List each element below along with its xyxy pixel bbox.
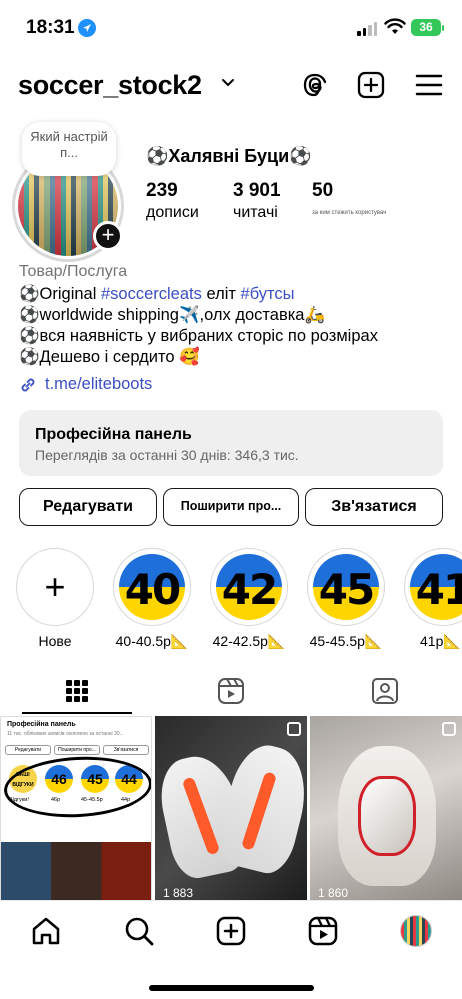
create-post-icon[interactable] bbox=[356, 70, 386, 100]
circle-scribble bbox=[2, 753, 151, 821]
following-label: за ким стежить користувач bbox=[312, 210, 387, 216]
dashboard-subtitle: Переглядів за останні 30 днів: 346,3 тис… bbox=[35, 447, 299, 463]
highlight-41[interactable]: 41 41р📐 bbox=[404, 548, 462, 650]
bio-line-1-prefix: ⚽️Original bbox=[19, 285, 101, 303]
followers-value: 3 901 bbox=[233, 180, 281, 201]
hashtag-butsy[interactable]: #бутсы bbox=[241, 285, 295, 303]
clock: 18:31 bbox=[26, 17, 75, 38]
carousel-icon bbox=[287, 722, 301, 736]
bio: ⚽️Original #soccercleats еліт #бутсы ⚽️w… bbox=[19, 284, 378, 368]
highlight-number: 45 bbox=[318, 565, 375, 614]
note-bubble[interactable]: Який настрій п... bbox=[22, 122, 116, 176]
tab-reels[interactable] bbox=[154, 668, 308, 714]
mini-photo-strip bbox=[1, 842, 151, 901]
bio-line-3: ⚽️вся наявність у вибраних сторіс по роз… bbox=[19, 327, 378, 345]
mini-button: Зв'язатися bbox=[103, 745, 149, 755]
followers-label: читачі bbox=[233, 204, 278, 221]
highlight-new[interactable]: + Нове bbox=[16, 548, 94, 649]
home-icon[interactable] bbox=[30, 915, 62, 947]
hashtag-soccercleats[interactable]: #soccercleats bbox=[101, 285, 202, 303]
highlight-number: 40 bbox=[124, 565, 181, 614]
display-name: ⚽️Халявні Буци⚽️ bbox=[146, 146, 312, 166]
grid-icon bbox=[66, 680, 88, 702]
highlight-label: 41р📐 bbox=[420, 633, 461, 649]
status-bar: 18:31 36 bbox=[0, 0, 462, 60]
bio-line-1-mid: еліт bbox=[201, 285, 241, 303]
home-indicator bbox=[149, 985, 314, 991]
contact-button[interactable]: Зв'язатися bbox=[305, 488, 443, 526]
boot bbox=[358, 776, 416, 856]
dashboard-title: Професійна панель bbox=[35, 426, 192, 443]
mini-button: Поширити про... bbox=[54, 745, 100, 755]
highlight-number: 42 bbox=[221, 565, 278, 614]
highlight-40[interactable]: 40 40-40.5р📐 bbox=[113, 548, 191, 650]
posts-value: 239 bbox=[146, 180, 178, 201]
grid-post-3[interactable]: 1 860 bbox=[310, 716, 462, 902]
battery-tip bbox=[442, 25, 444, 31]
profile-avatar-nav[interactable] bbox=[400, 915, 432, 947]
highlight-label: 45-45.5р📐 bbox=[309, 633, 383, 649]
location-arrow-icon bbox=[78, 19, 96, 37]
following-value: 50 bbox=[312, 180, 334, 201]
professional-dashboard[interactable]: Професійна панель Переглядів за останні … bbox=[19, 410, 443, 476]
add-story-plus-icon[interactable]: + bbox=[93, 221, 123, 251]
highlight-label: 40-40.5р📐 bbox=[115, 633, 189, 649]
highlight-cover: 40 bbox=[119, 554, 185, 620]
new-highlight-circle: + bbox=[16, 548, 94, 626]
highlight-cover: 41 bbox=[410, 554, 462, 620]
tagged-icon bbox=[372, 678, 398, 704]
highlight-45[interactable]: 45 45-45.5р📐 bbox=[307, 548, 385, 650]
profile-category: Товар/Послуга bbox=[19, 263, 128, 280]
reels-icon bbox=[218, 678, 244, 704]
post-likes: 1 860 bbox=[318, 886, 349, 900]
grid-post-2[interactable]: 1 883 bbox=[155, 716, 307, 902]
tab-grid[interactable] bbox=[0, 668, 154, 714]
mini-button: Редагувати bbox=[5, 745, 51, 755]
cellular-signal-icon bbox=[357, 22, 377, 36]
username-switcher[interactable]: soccer_stock2 bbox=[18, 70, 202, 101]
threads-icon[interactable] bbox=[300, 70, 330, 100]
battery-indicator: 36 bbox=[411, 19, 441, 36]
bio-line-2: ⚽️worldwide shipping✈️,олх доставка🛵 bbox=[19, 306, 326, 324]
highlight-42[interactable]: 42 42-42.5р📐 bbox=[210, 548, 288, 650]
following-count[interactable]: 50 за ким стежить користувач bbox=[312, 180, 386, 216]
profile-link[interactable]: t.me/eliteboots bbox=[19, 375, 152, 394]
link-text: t.me/eliteboots bbox=[45, 375, 153, 393]
new-post-icon[interactable] bbox=[215, 915, 247, 947]
highlight-number: 41 bbox=[415, 565, 462, 614]
grid-post-1[interactable]: Професійна панель 11 тис. облікових запи… bbox=[0, 716, 152, 902]
edit-profile-button[interactable]: Редагувати bbox=[19, 488, 157, 526]
share-profile-button[interactable]: Поширити про... bbox=[163, 488, 299, 526]
wifi-icon bbox=[384, 18, 406, 34]
post-likes: 1 883 bbox=[163, 886, 194, 900]
mini-title: Професійна панель bbox=[7, 721, 76, 728]
highlight-cover: 45 bbox=[313, 554, 379, 620]
menu-icon[interactable] bbox=[414, 70, 444, 100]
highlight-label: Нове bbox=[38, 633, 72, 649]
highlight-label: 42-42.5р📐 bbox=[212, 633, 286, 649]
posts-label: дописи bbox=[146, 204, 199, 221]
search-icon[interactable] bbox=[123, 915, 155, 947]
mini-subtitle: 11 тис. облікових записів охоплено за ос… bbox=[7, 731, 124, 737]
bio-line-1: ⚽️Original #soccercleats еліт #бутсы bbox=[19, 284, 378, 305]
chevron-down-icon[interactable] bbox=[221, 78, 235, 88]
posts-count[interactable]: 239 дописи bbox=[146, 180, 199, 222]
note-text: Який настрій п... bbox=[30, 129, 108, 160]
reels-nav-icon[interactable] bbox=[307, 915, 339, 947]
profile-header: soccer_stock2 bbox=[0, 62, 462, 110]
carousel-icon bbox=[442, 722, 456, 736]
plus-icon: + bbox=[44, 566, 66, 607]
link-icon bbox=[21, 378, 35, 391]
active-tab-indicator bbox=[22, 712, 132, 714]
tab-tagged[interactable] bbox=[308, 668, 462, 714]
highlight-cover: 42 bbox=[216, 554, 282, 620]
bio-line-4: ⚽️Дешево і сердито 🥰 bbox=[19, 348, 200, 366]
followers-count[interactable]: 3 901 читачі bbox=[233, 180, 281, 222]
profile-tabs bbox=[0, 668, 462, 714]
